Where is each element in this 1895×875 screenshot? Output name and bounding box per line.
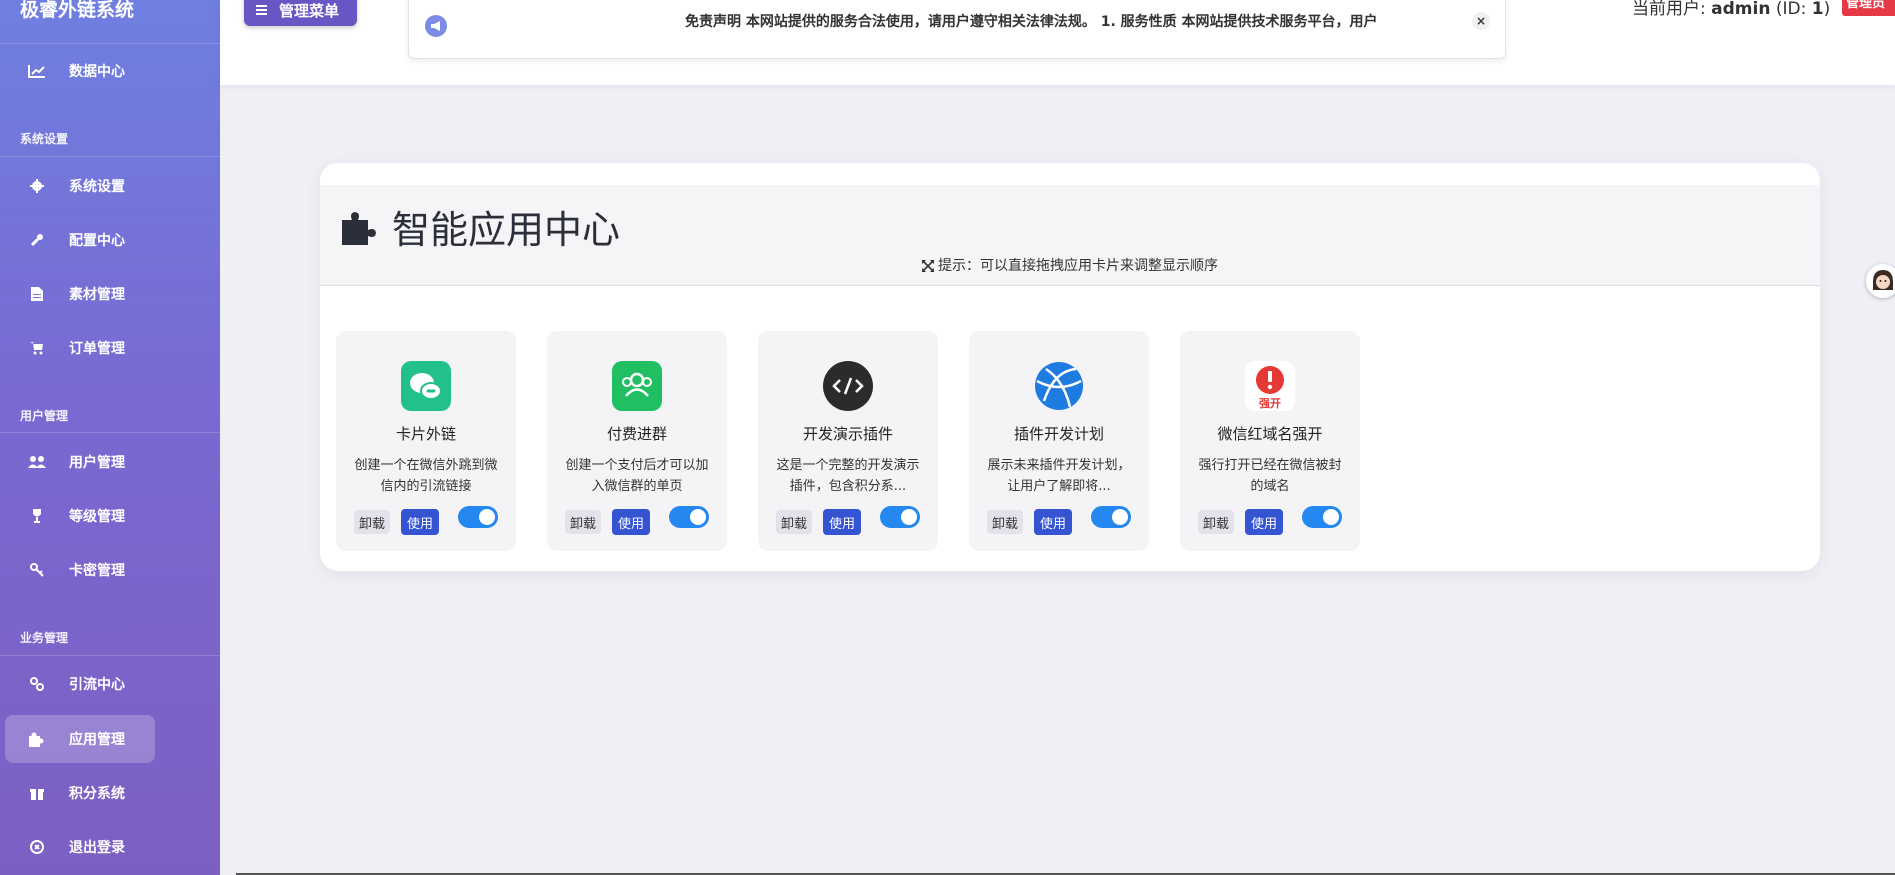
notice-text: 免责声明 本网站提供的服务合法使用，请用户遵守相关法律法规。 1. 服务性质 本… bbox=[685, 14, 1378, 30]
sidebar-item-label: 应用管理 bbox=[69, 732, 125, 748]
sidebar: 极睿外链系统 数据中心 系统设置 系统设置 配置中心 素材管理 订单管理 用户管… bbox=[0, 0, 220, 875]
use-button[interactable]: 使用 bbox=[1245, 509, 1283, 535]
gear-icon bbox=[27, 179, 47, 193]
group-icon bbox=[612, 361, 662, 411]
link-icon bbox=[27, 677, 47, 691]
app-card-dev-demo[interactable]: 开发演示插件 这是一个完整的开发演示插件，包含积分系... 卸载 使用 bbox=[758, 331, 938, 551]
enable-toggle[interactable] bbox=[458, 506, 498, 528]
sidebar-item-points[interactable]: 积分系统 bbox=[5, 769, 155, 817]
sidebar-item-orders[interactable]: 订单管理 bbox=[5, 324, 155, 372]
card-title: 插件开发计划 bbox=[1013, 425, 1104, 443]
sidebar-item-label: 系统设置 bbox=[69, 179, 125, 195]
megaphone-icon bbox=[425, 15, 447, 37]
sidebar-item-card-keys[interactable]: 卡密管理 bbox=[5, 546, 155, 594]
use-button[interactable]: 使用 bbox=[612, 509, 650, 535]
users-icon bbox=[27, 455, 47, 469]
current-user-info: 当前用户: admin (ID: 1) bbox=[1632, 0, 1831, 19]
page-title: 智能应用中心 bbox=[340, 199, 620, 254]
card-description: 这是一个完整的开发演示插件，包含积分系... bbox=[776, 458, 920, 494]
section-title-users: 用户管理 bbox=[20, 409, 69, 423]
card-title: 开发演示插件 bbox=[802, 425, 893, 443]
uninstall-button[interactable]: 卸载 bbox=[1198, 510, 1234, 534]
uninstall-button[interactable]: 卸载 bbox=[987, 510, 1023, 534]
enable-toggle[interactable] bbox=[1302, 506, 1342, 528]
puzzle-icon bbox=[27, 731, 47, 747]
enable-toggle[interactable] bbox=[880, 506, 920, 528]
sidebar-item-config-center[interactable]: 配置中心 bbox=[5, 216, 155, 264]
app-card-plugin-roadmap[interactable]: 插件开发计划 展示未来插件开发计划，让用户了解即将... 卸载 使用 bbox=[969, 331, 1149, 551]
sidebar-item-label: 配置中心 bbox=[69, 233, 125, 249]
enable-toggle[interactable] bbox=[1091, 506, 1131, 528]
wechat-link-icon bbox=[401, 361, 451, 411]
gift-icon bbox=[27, 786, 47, 800]
expand-icon bbox=[922, 260, 934, 276]
wrench-icon bbox=[27, 233, 47, 247]
alert-open-icon: 强开 bbox=[1245, 361, 1295, 411]
uninstall-button[interactable]: 卸载 bbox=[565, 510, 601, 534]
alert-open-label: 强开 bbox=[1259, 397, 1281, 410]
file-icon bbox=[27, 287, 47, 301]
card-title: 卡片外链 bbox=[395, 425, 456, 443]
sidebar-item-label: 用户管理 bbox=[69, 455, 125, 471]
app-card-red-domain-open[interactable]: 强开 微信红域名强开 强行打开已经在微信被封的域名 卸载 使用 bbox=[1180, 331, 1360, 551]
chart-line-icon bbox=[27, 64, 47, 78]
card-description: 创建一个在微信外跳到微信内的引流链接 bbox=[354, 458, 498, 494]
puzzle-icon bbox=[340, 208, 378, 246]
sidebar-item-levels[interactable]: 等级管理 bbox=[5, 492, 155, 540]
sidebar-item-materials[interactable]: 素材管理 bbox=[5, 270, 155, 318]
globe-icon bbox=[1034, 361, 1084, 411]
use-button[interactable]: 使用 bbox=[1034, 509, 1072, 535]
sidebar-item-label: 积分系统 bbox=[69, 786, 125, 802]
card-description: 创建一个支付后才可以加入微信群的单页 bbox=[565, 458, 709, 494]
card-description: 强行打开已经在微信被封的域名 bbox=[1198, 458, 1342, 494]
app-card-card-link[interactable]: 卡片外链 创建一个在微信外跳到微信内的引流链接 卸载 使用 bbox=[336, 331, 516, 551]
divider bbox=[0, 156, 220, 157]
header-divider bbox=[220, 98, 1895, 100]
section-title-system: 系统设置 bbox=[20, 132, 69, 146]
card-title: 付费进群 bbox=[606, 425, 667, 443]
section-title-business: 业务管理 bbox=[20, 631, 69, 645]
role-badge: 管理员 bbox=[1842, 0, 1895, 16]
floating-avatar[interactable] bbox=[1866, 264, 1895, 298]
app-center-panel: 智能应用中心 提示：可以直接拖拽应用卡片来调整显示顺序 卡片外链 创建一个在微信… bbox=[320, 163, 1820, 571]
use-button[interactable]: 使用 bbox=[823, 509, 861, 535]
sidebar-item-label: 卡密管理 bbox=[69, 563, 125, 579]
enable-toggle[interactable] bbox=[669, 506, 709, 528]
sidebar-item-apps[interactable]: 应用管理 bbox=[5, 715, 155, 763]
sidebar-item-system-settings[interactable]: 系统设置 bbox=[5, 162, 155, 210]
sidebar-item-traffic[interactable]: 引流中心 bbox=[5, 660, 155, 708]
app-card-paid-group[interactable]: 付费进群 创建一个支付后才可以加入微信群的单页 卸载 使用 bbox=[547, 331, 727, 551]
admin-menu-label: 管理菜单 bbox=[279, 1, 340, 20]
cart-icon bbox=[27, 341, 47, 355]
sidebar-item-label: 数据中心 bbox=[69, 64, 125, 80]
card-description: 展示未来插件开发计划，让用户了解即将... bbox=[987, 458, 1131, 494]
disclaimer-notice: 免责声明 本网站提供的服务合法使用，请用户遵守相关法律法规。 1. 服务性质 本… bbox=[408, 0, 1506, 59]
card-title: 微信红域名强开 bbox=[1217, 425, 1323, 443]
use-button[interactable]: 使用 bbox=[401, 509, 439, 535]
sidebar-item-label: 引流中心 bbox=[69, 677, 125, 693]
key-icon bbox=[27, 563, 47, 577]
sidebar-item-logout[interactable]: 退出登录 bbox=[5, 823, 155, 871]
hamburger-icon bbox=[256, 5, 267, 15]
uninstall-button[interactable]: 卸载 bbox=[354, 510, 390, 534]
sidebar-item-data-center[interactable]: 数据中心 bbox=[5, 47, 155, 95]
divider bbox=[0, 655, 220, 656]
close-icon[interactable]: × bbox=[1472, 12, 1490, 30]
sidebar-item-label: 素材管理 bbox=[69, 287, 125, 303]
uninstall-button[interactable]: 卸载 bbox=[776, 510, 812, 534]
drag-hint: 提示：可以直接拖拽应用卡片来调整显示顺序 bbox=[320, 255, 1820, 276]
trophy-icon bbox=[27, 509, 47, 523]
admin-menu-button[interactable]: 管理菜单 bbox=[244, 0, 357, 26]
code-icon bbox=[823, 361, 873, 411]
sidebar-item-label: 订单管理 bbox=[69, 341, 125, 357]
sidebar-item-label: 等级管理 bbox=[69, 509, 125, 525]
brand-title: 极睿外链系统 bbox=[0, 0, 220, 44]
logout-icon bbox=[27, 840, 47, 854]
sidebar-item-users[interactable]: 用户管理 bbox=[5, 438, 155, 486]
divider bbox=[0, 432, 220, 433]
sidebar-item-label: 退出登录 bbox=[69, 840, 125, 856]
panel-header: 智能应用中心 提示：可以直接拖拽应用卡片来调整显示顺序 bbox=[320, 185, 1820, 286]
